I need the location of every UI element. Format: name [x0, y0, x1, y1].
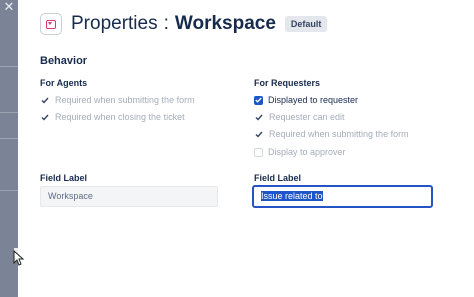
requester-field-label-input[interactable]: Issue related to — [252, 185, 433, 208]
mouse-cursor-icon — [13, 250, 25, 266]
agent-option-required-submit: Required when submitting the form — [40, 95, 195, 105]
requester-option-displayed[interactable]: Displayed to requester — [254, 95, 358, 105]
default-badge: Default — [284, 16, 328, 32]
requester-field-label-title: Field Label — [254, 173, 302, 183]
requester-option-required-submit: Required when submitting the form — [254, 129, 409, 139]
title-field-name: Workspace — [174, 13, 276, 34]
check-icon — [40, 95, 50, 105]
rail-divider — [0, 190, 18, 191]
option-label: Display to approver — [268, 147, 346, 157]
rail-divider — [0, 112, 18, 113]
close-icon[interactable]: ✕ — [2, 0, 16, 14]
page-title: Properties : Workspace — [71, 13, 276, 35]
form-icon — [40, 13, 62, 35]
rail-divider — [0, 138, 18, 139]
option-label: Required when closing the ticket — [55, 112, 185, 122]
agent-field-label-input: Workspace — [40, 186, 218, 207]
option-label: Required when submitting the form — [55, 95, 195, 105]
check-icon — [40, 112, 50, 122]
agent-option-required-close: Required when closing the ticket — [40, 112, 185, 122]
checkbox-unchecked[interactable] — [254, 147, 263, 157]
agent-field-label-title: Field Label — [40, 173, 88, 183]
checkbox-checked[interactable] — [254, 95, 263, 105]
check-icon — [254, 112, 264, 122]
title-separator: : — [163, 13, 169, 34]
title-prefix: Properties — [71, 13, 158, 34]
requester-option-display-approver[interactable]: Display to approver — [254, 147, 346, 157]
option-label: Required when submitting the form — [269, 129, 409, 139]
behavior-heading: Behavior — [40, 55, 88, 67]
selected-text: Issue related to — [261, 191, 323, 201]
panel-header: Properties : Workspace Default — [40, 10, 328, 38]
requester-option-can-edit: Requester can edit — [254, 112, 345, 122]
agents-heading: For Agents — [40, 78, 88, 88]
check-icon — [254, 129, 264, 139]
requesters-heading: For Requesters — [254, 78, 321, 88]
option-label: Displayed to requester — [268, 95, 359, 105]
option-label: Requester can edit — [269, 112, 345, 122]
rail-divider — [0, 66, 18, 67]
